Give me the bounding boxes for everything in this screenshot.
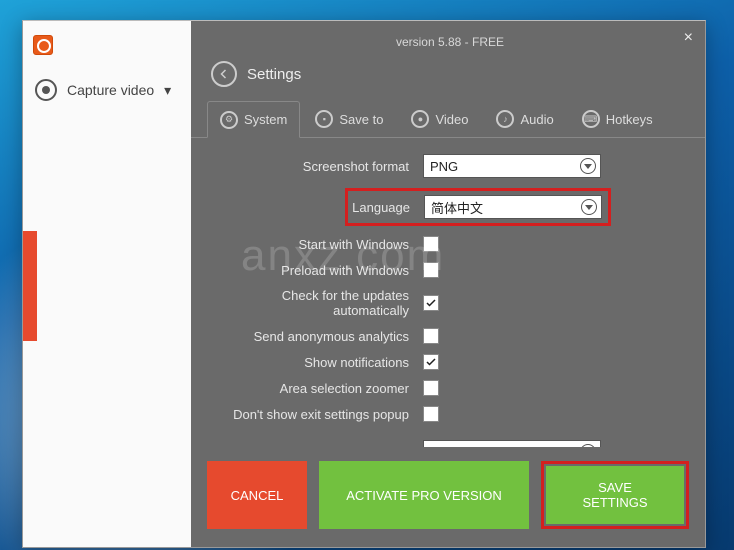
webcam-select[interactable] bbox=[423, 440, 601, 447]
row-screenshot-format: Screenshot format PNG bbox=[211, 154, 681, 178]
area-zoomer-label: Area selection zoomer bbox=[211, 381, 409, 396]
desktop-background: Capture video ▾ × version 5.88 - FREE Se… bbox=[0, 0, 734, 550]
tabs: ⚙ System ▪ Save to ● Video ♪ Audio ⌨ H bbox=[191, 101, 705, 138]
gear-icon: ⚙ bbox=[220, 111, 238, 129]
check-updates-label: Check for the updates automatically bbox=[211, 288, 409, 318]
keyboard-icon: ⌨ bbox=[582, 110, 600, 128]
tab-save-to[interactable]: ▪ Save to bbox=[302, 101, 396, 137]
chevron-down-icon bbox=[580, 158, 596, 174]
sidebar: Capture video ▾ bbox=[23, 21, 191, 547]
capture-video-label: Capture video bbox=[67, 82, 154, 98]
button-bar: CANCEL ACTIVATE PRO VERSION SAVE SETTING… bbox=[191, 447, 705, 547]
cancel-button[interactable]: CANCEL bbox=[207, 461, 307, 529]
language-value: 简体中文 bbox=[431, 198, 483, 217]
close-icon[interactable]: × bbox=[684, 29, 693, 47]
row-exit-popup: Don't show exit settings popup bbox=[211, 406, 681, 422]
back-button[interactable] bbox=[211, 61, 237, 87]
preload-windows-checkbox[interactable] bbox=[423, 262, 439, 278]
check-updates-checkbox[interactable] bbox=[423, 295, 439, 311]
capture-video-selector[interactable]: Capture video ▾ bbox=[23, 73, 191, 107]
language-select[interactable]: 简体中文 bbox=[424, 195, 602, 219]
tab-system-label: System bbox=[244, 112, 287, 127]
save-highlight: SAVE SETTINGS bbox=[541, 461, 689, 529]
anon-analytics-label: Send anonymous analytics bbox=[211, 329, 409, 344]
video-icon: ● bbox=[411, 110, 429, 128]
tab-video-label: Video bbox=[435, 112, 468, 127]
arrow-left-icon bbox=[218, 68, 230, 80]
anon-analytics-checkbox[interactable] bbox=[423, 328, 439, 344]
save-settings-button[interactable]: SAVE SETTINGS bbox=[546, 466, 684, 524]
chevron-down-icon bbox=[581, 199, 597, 215]
chevron-down-icon: ▾ bbox=[164, 82, 171, 99]
show-notifications-checkbox[interactable] bbox=[423, 354, 439, 370]
save-icon: ▪ bbox=[315, 110, 333, 128]
row-webcam: Webcam bbox=[211, 440, 681, 447]
screenshot-format-label: Screenshot format bbox=[211, 159, 409, 174]
row-preload-windows: Preload with Windows bbox=[211, 262, 681, 278]
exit-popup-checkbox[interactable] bbox=[423, 406, 439, 422]
row-anon-analytics: Send anonymous analytics bbox=[211, 328, 681, 344]
language-highlight: Language 简体中文 bbox=[345, 188, 611, 226]
audio-icon: ♪ bbox=[496, 110, 514, 128]
area-zoomer-checkbox[interactable] bbox=[423, 380, 439, 396]
settings-title: Settings bbox=[247, 66, 301, 83]
record-icon bbox=[35, 79, 57, 101]
activate-pro-button[interactable]: ACTIVATE PRO VERSION bbox=[319, 461, 529, 529]
tab-hotkeys[interactable]: ⌨ Hotkeys bbox=[569, 101, 666, 137]
settings-panel: × version 5.88 - FREE Settings ⚙ System … bbox=[191, 21, 705, 547]
preload-windows-label: Preload with Windows bbox=[211, 263, 409, 278]
row-check-updates: Check for the updates automatically bbox=[211, 288, 681, 318]
version-label: version 5.88 - FREE bbox=[191, 21, 705, 53]
start-windows-label: Start with Windows bbox=[211, 237, 409, 252]
show-notifications-label: Show notifications bbox=[211, 355, 409, 370]
settings-header: Settings bbox=[191, 53, 705, 101]
screenshot-format-value: PNG bbox=[430, 159, 458, 174]
tab-saveto-label: Save to bbox=[339, 112, 383, 127]
row-show-notifications: Show notifications bbox=[211, 354, 681, 370]
form-area: Screenshot format PNG Language 简体中文 Star… bbox=[191, 138, 705, 447]
exit-popup-label: Don't show exit settings popup bbox=[211, 407, 409, 422]
tab-hotkeys-label: Hotkeys bbox=[606, 112, 653, 127]
app-window: Capture video ▾ × version 5.88 - FREE Se… bbox=[22, 20, 706, 548]
tab-audio-label: Audio bbox=[520, 112, 553, 127]
decorative-strip bbox=[23, 231, 37, 341]
row-area-zoomer: Area selection zoomer bbox=[211, 380, 681, 396]
app-logo-icon bbox=[33, 35, 53, 55]
start-windows-checkbox[interactable] bbox=[423, 236, 439, 252]
tab-video[interactable]: ● Video bbox=[398, 101, 481, 137]
row-start-windows: Start with Windows bbox=[211, 236, 681, 252]
screenshot-format-select[interactable]: PNG bbox=[423, 154, 601, 178]
tab-system[interactable]: ⚙ System bbox=[207, 101, 300, 138]
language-label: Language bbox=[352, 200, 410, 215]
tab-audio[interactable]: ♪ Audio bbox=[483, 101, 566, 137]
